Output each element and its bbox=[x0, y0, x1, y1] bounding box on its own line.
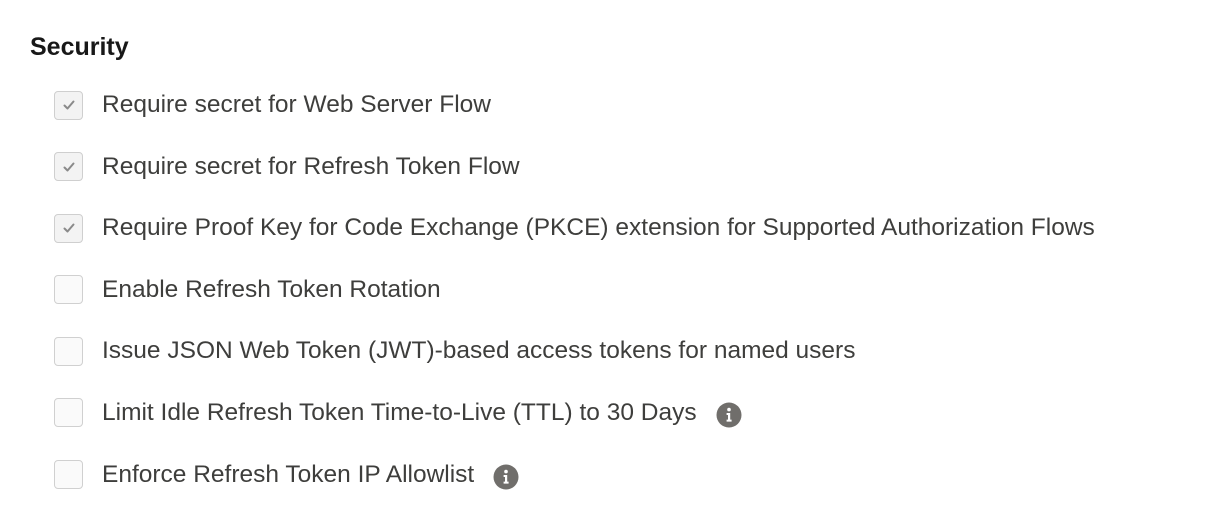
info-icon[interactable] bbox=[716, 402, 742, 428]
option-label: Limit Idle Refresh Token Time-to-Live (T… bbox=[102, 398, 697, 426]
checkbox-issue-jwt-access-tokens[interactable] bbox=[54, 336, 83, 366]
checkbox-limit-idle-refresh-token-ttl[interactable] bbox=[54, 398, 83, 428]
check-icon bbox=[63, 223, 74, 233]
option-limit-idle-refresh-token-ttl[interactable]: Limit Idle Refresh Token Time-to-Live (T… bbox=[54, 394, 1095, 432]
option-require-secret-web-server-flow[interactable]: Require secret for Web Server Flow bbox=[54, 86, 1095, 124]
option-label: Require secret for Web Server Flow bbox=[102, 91, 491, 118]
security-options-list: Require secret for Web Server Flow Requi… bbox=[54, 86, 1095, 517]
check-icon bbox=[63, 100, 74, 110]
option-require-pkce[interactable]: Require Proof Key for Code Exchange (PKC… bbox=[54, 209, 1095, 247]
option-enable-refresh-token-rotation[interactable]: Enable Refresh Token Rotation bbox=[54, 271, 1095, 309]
option-enforce-refresh-token-ip-allowlist[interactable]: Enforce Refresh Token IP Allowlist bbox=[54, 456, 1095, 494]
checkbox-require-secret-web-server-flow[interactable] bbox=[54, 90, 83, 120]
info-icon[interactable] bbox=[493, 464, 519, 490]
option-label: Require Proof Key for Code Exchange (PKC… bbox=[102, 214, 1095, 242]
option-label: Require secret for Refresh Token Flow bbox=[102, 152, 520, 180]
option-label: Enable Refresh Token Rotation bbox=[102, 275, 441, 303]
option-label: Issue JSON Web Token (JWT)-based access … bbox=[102, 337, 856, 365]
checkbox-enforce-refresh-token-ip-allowlist[interactable] bbox=[54, 460, 83, 490]
option-require-secret-refresh-token-flow[interactable]: Require secret for Refresh Token Flow bbox=[54, 148, 1095, 186]
checkbox-require-pkce[interactable] bbox=[54, 213, 83, 243]
option-label: Enforce Refresh Token IP Allowlist bbox=[102, 460, 475, 488]
section-title: Security bbox=[30, 33, 129, 61]
checkbox-enable-refresh-token-rotation[interactable] bbox=[54, 275, 83, 305]
checkbox-require-secret-refresh-token-flow[interactable] bbox=[54, 152, 83, 182]
check-icon bbox=[63, 162, 74, 172]
option-issue-jwt-access-tokens[interactable]: Issue JSON Web Token (JWT)-based access … bbox=[54, 332, 1095, 370]
